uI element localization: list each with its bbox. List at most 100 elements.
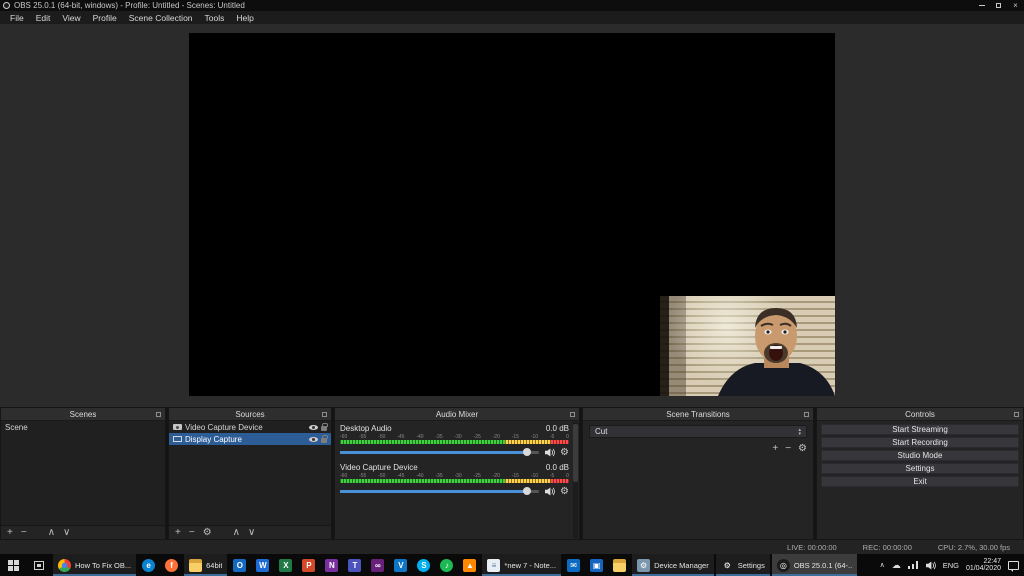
- taskbar-skype-button[interactable]: S: [412, 554, 435, 576]
- add-scene-button[interactable]: +: [7, 528, 13, 538]
- taskbar-edge-button[interactable]: e: [137, 554, 160, 576]
- hidden-icons-chevron-icon[interactable]: ∧: [880, 561, 885, 569]
- clock[interactable]: 22:47 01/04/2020: [966, 558, 1001, 573]
- move-source-up-button[interactable]: ∧: [233, 528, 240, 538]
- slider-handle[interactable]: [523, 448, 531, 456]
- dock-float-icon[interactable]: [156, 412, 161, 417]
- settings-button[interactable]: Settings: [821, 463, 1019, 474]
- taskbar-notepad-button[interactable]: ≡*new 7 - Note...: [482, 554, 561, 576]
- taskbar-button-label: Settings: [738, 561, 765, 570]
- scenes-header[interactable]: Scenes: [1, 408, 165, 421]
- menu-tools[interactable]: Tools: [199, 11, 231, 24]
- controls-panel: Controls Start Streaming Start Recording…: [816, 407, 1024, 540]
- dock-float-icon[interactable]: [570, 412, 575, 417]
- controls-header[interactable]: Controls: [817, 408, 1023, 421]
- source-row-video-capture[interactable]: Video Capture Device: [169, 421, 331, 433]
- lock-icon[interactable]: [321, 426, 327, 431]
- taskbar-firefox-button[interactable]: f: [160, 554, 183, 576]
- exit-button[interactable]: Exit: [821, 476, 1019, 487]
- taskbar-device-manager-button[interactable]: ⚙Device Manager: [632, 554, 714, 576]
- menu-scene-collection[interactable]: Scene Collection: [123, 11, 199, 24]
- titlebar[interactable]: OBS 25.0.1 (64-bit, windows) - Profile: …: [0, 0, 1024, 11]
- taskbar-visual-studio-button[interactable]: ∞: [366, 554, 389, 576]
- action-center-icon[interactable]: [1008, 561, 1019, 570]
- taskbar-outlook-button[interactable]: O: [228, 554, 251, 576]
- slider-handle[interactable]: [523, 487, 531, 495]
- transition-properties-gear-icon[interactable]: ⚙: [798, 444, 807, 454]
- onedrive-cloud-icon[interactable]: ☁: [892, 560, 901, 570]
- lock-icon[interactable]: [321, 438, 327, 443]
- taskbar-excel-button[interactable]: X: [274, 554, 297, 576]
- spotify-icon: ♪: [440, 559, 453, 572]
- volume-slider[interactable]: [340, 486, 539, 497]
- taskbar-folder-button[interactable]: [608, 554, 631, 576]
- transition-select[interactable]: Cut ▴▾: [589, 425, 807, 438]
- combo-spinner-icon[interactable]: ▴▾: [798, 428, 801, 436]
- sources-header[interactable]: Sources: [169, 408, 331, 421]
- taskbar-vscode-button[interactable]: V: [389, 554, 412, 576]
- remove-transition-button[interactable]: −: [785, 444, 791, 454]
- task-view-button[interactable]: [26, 554, 52, 576]
- language-indicator[interactable]: ENG: [943, 561, 959, 570]
- remove-source-button[interactable]: −: [189, 528, 195, 538]
- start-streaming-button[interactable]: Start Streaming: [821, 424, 1019, 435]
- sources-list[interactable]: Video Capture Device Display Capture: [169, 421, 331, 525]
- volume-slider[interactable]: [340, 447, 539, 458]
- minimize-button[interactable]: [973, 0, 990, 11]
- menu-file[interactable]: File: [4, 11, 30, 24]
- taskbar-powerpoint-button[interactable]: P: [297, 554, 320, 576]
- move-source-down-button[interactable]: ∨: [248, 528, 255, 538]
- visibility-eye-icon[interactable]: [309, 425, 318, 430]
- channel-gear-icon[interactable]: ⚙: [560, 448, 569, 458]
- remove-scene-button[interactable]: −: [21, 528, 27, 538]
- close-button[interactable]: ×: [1007, 0, 1024, 11]
- move-scene-down-button[interactable]: ∨: [63, 528, 70, 538]
- taskbar-spotify-button[interactable]: ♪: [435, 554, 458, 576]
- mixer-header[interactable]: Audio Mixer: [335, 408, 579, 421]
- camera-icon: [173, 424, 182, 430]
- menu-profile[interactable]: Profile: [87, 11, 123, 24]
- dock-float-icon[interactable]: [322, 412, 327, 417]
- speaker-icon[interactable]: [544, 448, 555, 457]
- mixer-scrollbar[interactable]: [573, 422, 578, 538]
- dock-float-icon[interactable]: [804, 412, 809, 417]
- source-properties-gear-icon[interactable]: ⚙: [203, 528, 212, 538]
- studio-mode-button[interactable]: Studio Mode: [821, 450, 1019, 461]
- transitions-header[interactable]: Scene Transitions: [583, 408, 813, 421]
- taskbar-vlc-button[interactable]: ▲: [458, 554, 481, 576]
- taskbar-explorer-button[interactable]: 64bit: [184, 554, 227, 576]
- scene-list-item[interactable]: Scene: [1, 421, 165, 433]
- taskbar-onenote-button[interactable]: N: [320, 554, 343, 576]
- scenes-list[interactable]: Scene: [1, 421, 165, 525]
- settings-icon: ⚙: [721, 559, 734, 572]
- add-source-button[interactable]: +: [175, 528, 181, 538]
- start-button[interactable]: [0, 554, 26, 576]
- teams-icon: T: [348, 559, 361, 572]
- dock-float-icon[interactable]: [1014, 412, 1019, 417]
- taskbar-teams-button[interactable]: T: [343, 554, 366, 576]
- start-recording-button[interactable]: Start Recording: [821, 437, 1019, 448]
- move-scene-up-button[interactable]: ∧: [48, 528, 55, 538]
- taskbar-settings-button[interactable]: ⚙ Settings: [716, 554, 770, 576]
- taskbar-word-button[interactable]: W: [251, 554, 274, 576]
- channel-gear-icon[interactable]: ⚙: [560, 487, 569, 497]
- menu-view[interactable]: View: [56, 11, 86, 24]
- word-icon: W: [256, 559, 269, 572]
- menu-help[interactable]: Help: [230, 11, 259, 24]
- source-row-display-capture[interactable]: Display Capture: [169, 433, 331, 445]
- notepad-icon: ≡: [487, 559, 500, 572]
- taskbar-obs-button[interactable]: ◎OBS 25.0.1 (64-...: [772, 554, 857, 576]
- taskbar-chrome-button[interactable]: How To Fix OB...: [53, 554, 136, 576]
- webcam-overlay[interactable]: [660, 296, 835, 396]
- taskbar-mail-button[interactable]: ✉: [562, 554, 585, 576]
- program-canvas[interactable]: [189, 33, 835, 396]
- speaker-icon[interactable]: [544, 487, 555, 496]
- menu-edit[interactable]: Edit: [30, 11, 57, 24]
- taskbar-button-label: OBS 25.0.1 (64-...: [794, 561, 852, 570]
- network-icon[interactable]: [908, 561, 918, 569]
- maximize-button[interactable]: [990, 0, 1007, 11]
- add-transition-button[interactable]: +: [772, 444, 778, 454]
- tray-volume-icon[interactable]: [925, 561, 936, 570]
- taskbar-photos-button[interactable]: ▣: [585, 554, 608, 576]
- visibility-eye-icon[interactable]: [309, 437, 318, 442]
